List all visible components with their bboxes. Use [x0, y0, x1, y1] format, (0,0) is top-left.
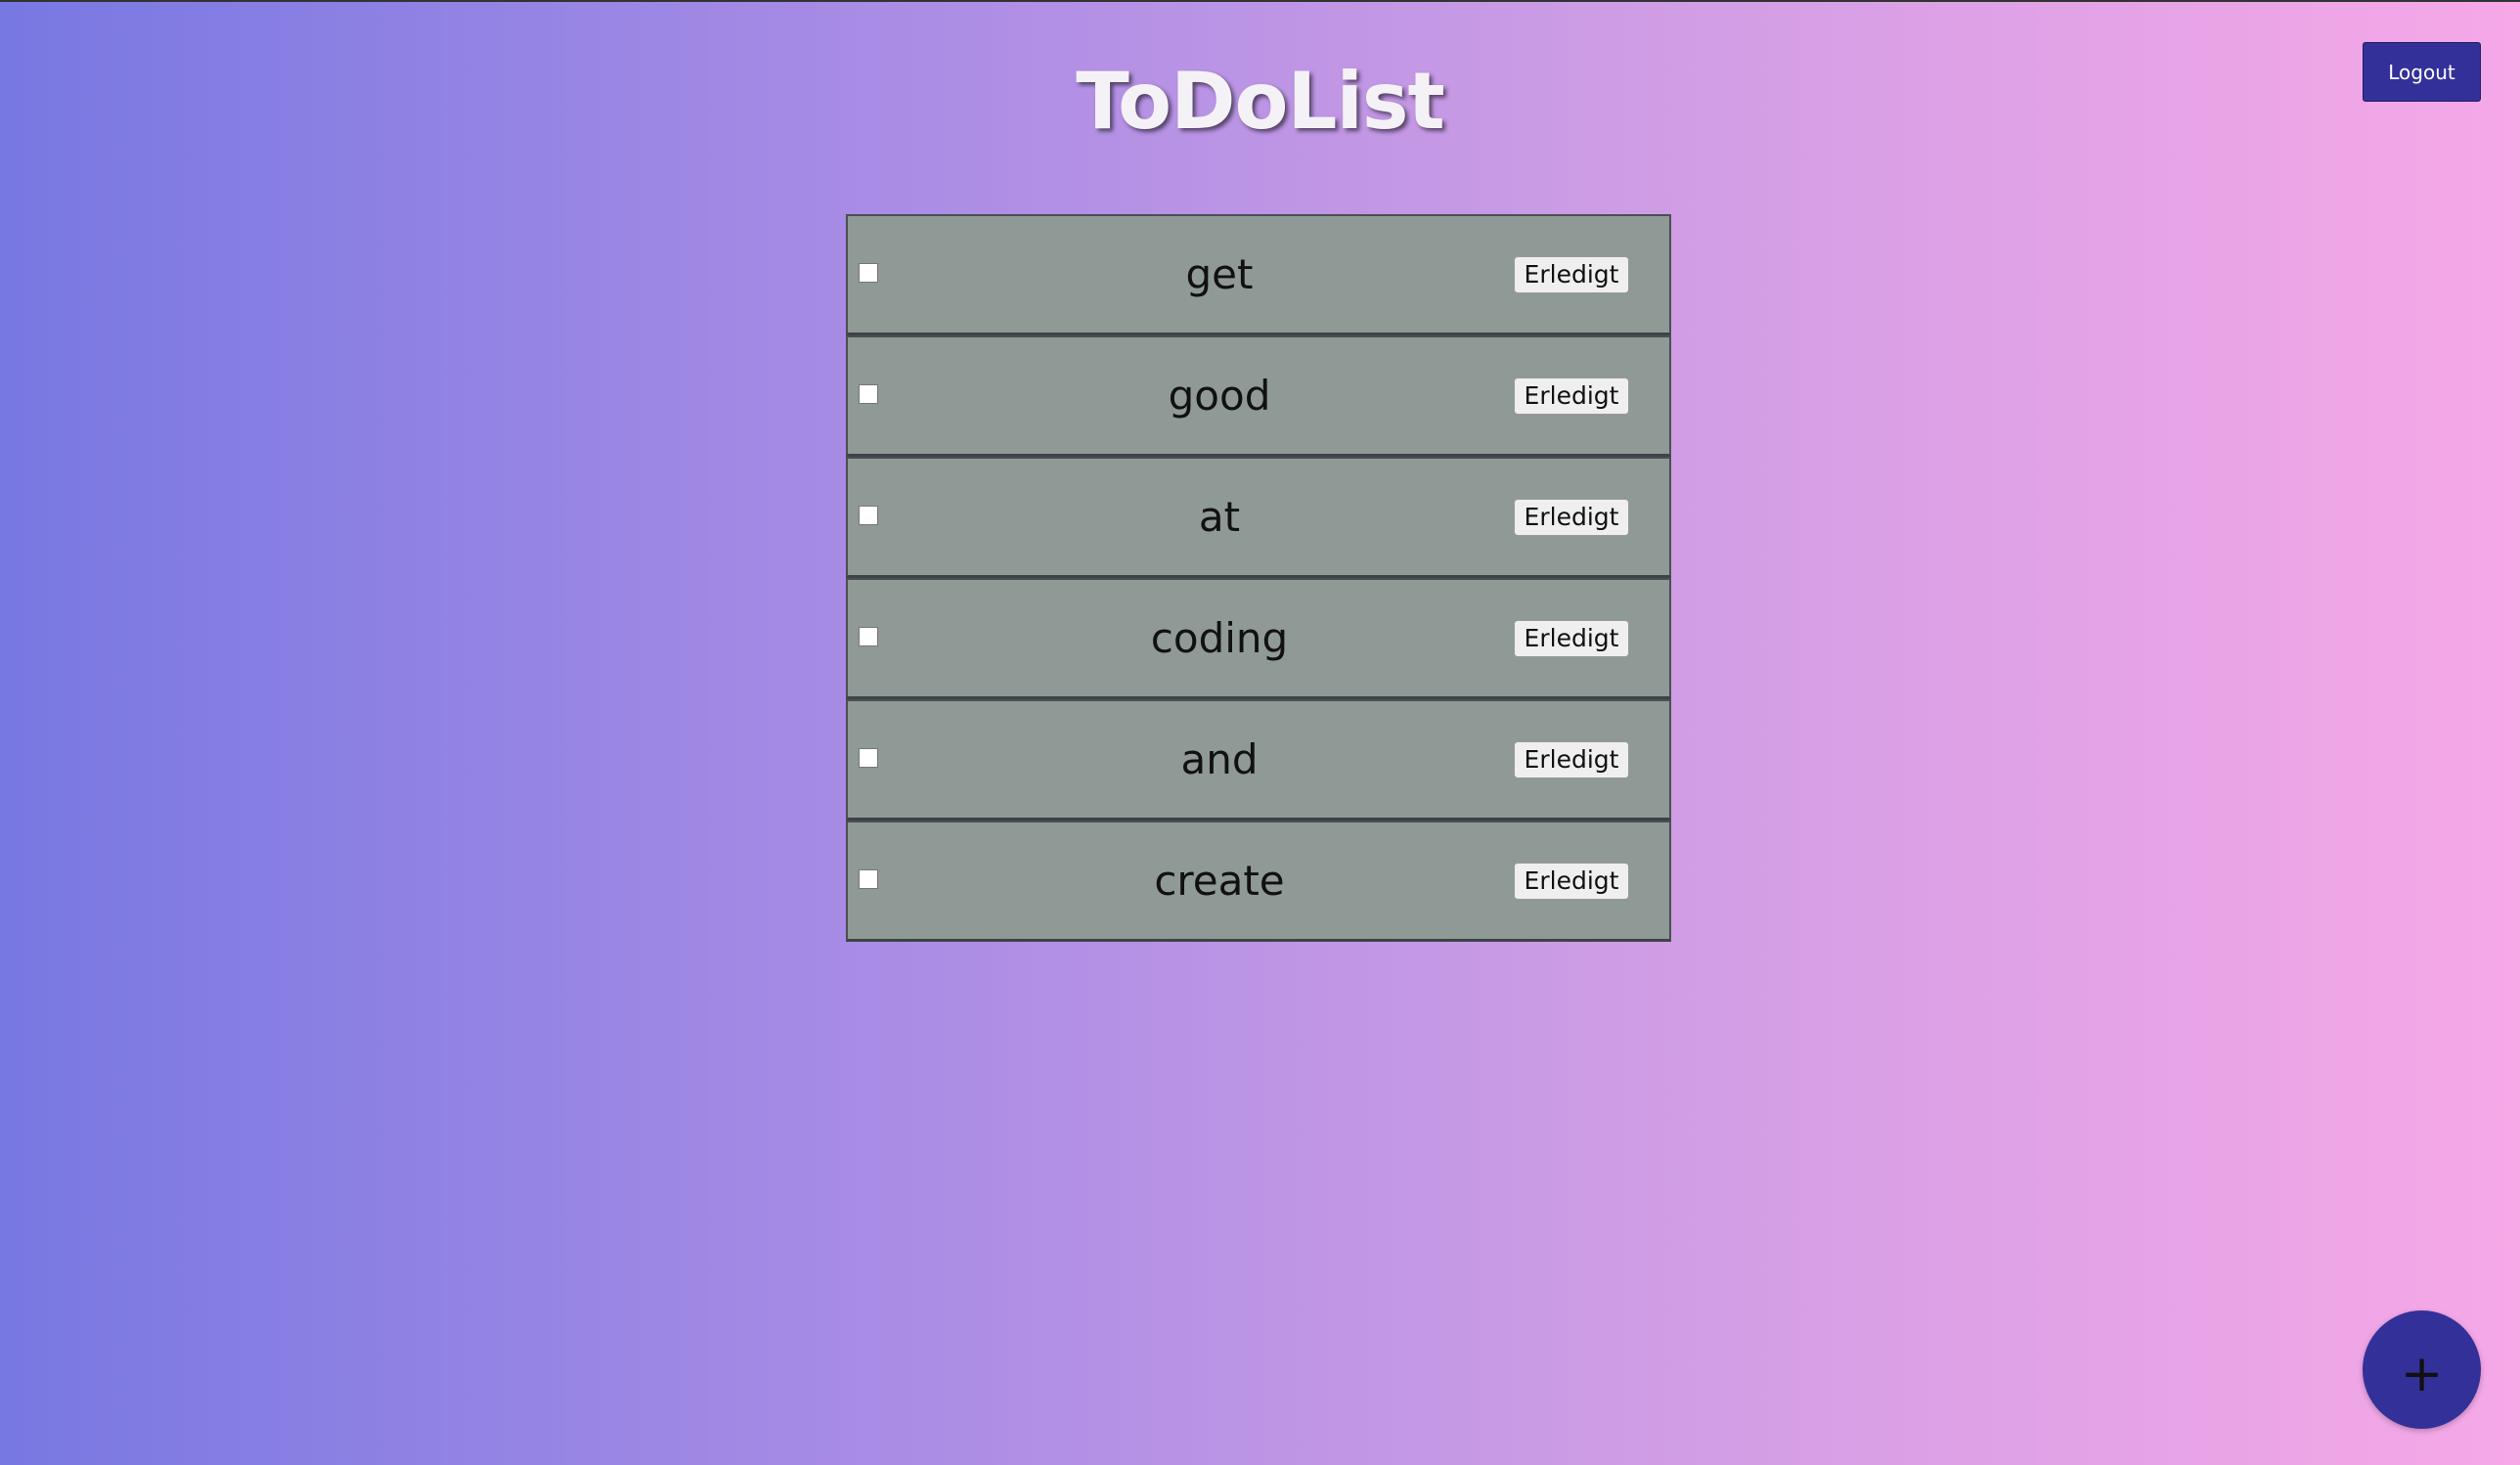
todo-text: get	[1185, 250, 1254, 298]
done-button[interactable]: Erledigt	[1514, 741, 1629, 778]
add-todo-button[interactable]: +	[2363, 1310, 2481, 1429]
done-button[interactable]: Erledigt	[1514, 620, 1629, 657]
done-button[interactable]: Erledigt	[1514, 256, 1629, 293]
todo-text: and	[1180, 735, 1259, 783]
todo-list: get Erledigt good Erledigt at Erledigt c…	[846, 214, 1671, 942]
todo-text: coding	[1150, 614, 1289, 662]
todo-text: at	[1198, 493, 1241, 541]
todo-item: get Erledigt	[846, 214, 1671, 335]
done-button[interactable]: Erledigt	[1514, 863, 1629, 900]
page-title: ToDoList	[1076, 56, 1445, 147]
plus-icon: +	[2400, 1344, 2444, 1403]
logout-button[interactable]: Logout	[2363, 42, 2481, 102]
todo-text: create	[1154, 857, 1285, 905]
todo-item: coding Erledigt	[846, 578, 1671, 699]
todo-item: create Erledigt	[846, 821, 1671, 942]
done-button[interactable]: Erledigt	[1514, 377, 1629, 415]
todo-text: good	[1168, 372, 1271, 420]
done-button[interactable]: Erledigt	[1514, 499, 1629, 536]
todo-item: good Erledigt	[846, 335, 1671, 457]
todo-item: and Erledigt	[846, 699, 1671, 821]
todo-item: at Erledigt	[846, 457, 1671, 578]
